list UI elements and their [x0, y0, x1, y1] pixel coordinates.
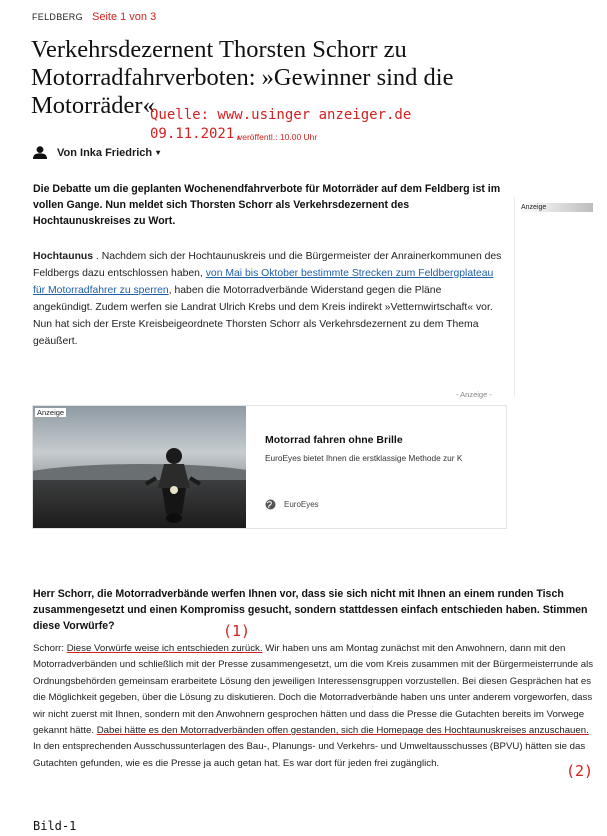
ad-card-title[interactable]: Motorrad fahren ohne Brille — [265, 434, 403, 446]
ad-image-motorcycle[interactable]: Anzeige — [33, 406, 246, 528]
ad-card-brand-name: EuroEyes — [284, 500, 319, 509]
interview-question: Herr Schorr, die Motorradverbände werfen… — [33, 588, 588, 632]
globe-icon — [265, 499, 276, 510]
caret-down-icon: ▾ — [156, 148, 161, 157]
answer-claim-2: Dabei hätte es den Motorradverbänden off… — [96, 725, 589, 737]
answer-speaker: Schorr: — [33, 643, 67, 654]
source-note: Quelle: www.usinger anzeiger.de — [150, 107, 412, 123]
page-note: Seite 1 von 3 — [92, 11, 157, 23]
answer-text-b: In den entsprechenden Ausschussunterlage… — [33, 741, 586, 769]
side-ad-label: Anzeige — [519, 203, 593, 212]
motorcycle-rider-icon — [144, 448, 202, 523]
source-date: 09.11.2021, — [150, 126, 243, 142]
answer-text-a: Wir haben uns am Montag zunächst mit den… — [33, 643, 594, 737]
interview-answer: Schorr: Diese Vorwürfe weise ich entschi… — [33, 641, 595, 772]
article-body-paragraph: Hochtaunus . Nachdem sich der Hochtaunus… — [33, 248, 503, 350]
section-kicker: FELDBERG — [32, 12, 83, 22]
published-time: veröffentl.: 10.00 Uhr — [238, 132, 318, 142]
figure-caption: Bild-1 — [33, 819, 77, 833]
side-ad-slot[interactable]: Anzeige — [514, 197, 607, 397]
ad-card-description: EuroEyes bietet Ihnen die erstklassige M… — [265, 453, 463, 463]
annotation-marker-2: (2) — [566, 762, 594, 780]
ad-card[interactable]: Anzeige Motorrad fahren ohne Brille Euro… — [32, 405, 507, 529]
ad-card-label: Anzeige — [35, 408, 67, 417]
answer-claim-1: Diese Vorwürfe weise ich entschieden zur… — [66, 643, 263, 654]
ad-card-brand[interactable]: EuroEyes — [265, 499, 319, 510]
article-lead: Die Debatte um die geplanten Wochenendfa… — [33, 183, 501, 227]
author-name: Von Inka Friedrich — [57, 146, 153, 159]
dateline-place: Hochtaunus — [33, 251, 94, 262]
annotation-marker-1: (1) — [223, 622, 251, 640]
author-byline[interactable]: Von Inka Friedrich ▾ — [33, 146, 160, 159]
ad-notice: - Anzeige - — [456, 390, 492, 399]
user-icon — [33, 146, 47, 159]
